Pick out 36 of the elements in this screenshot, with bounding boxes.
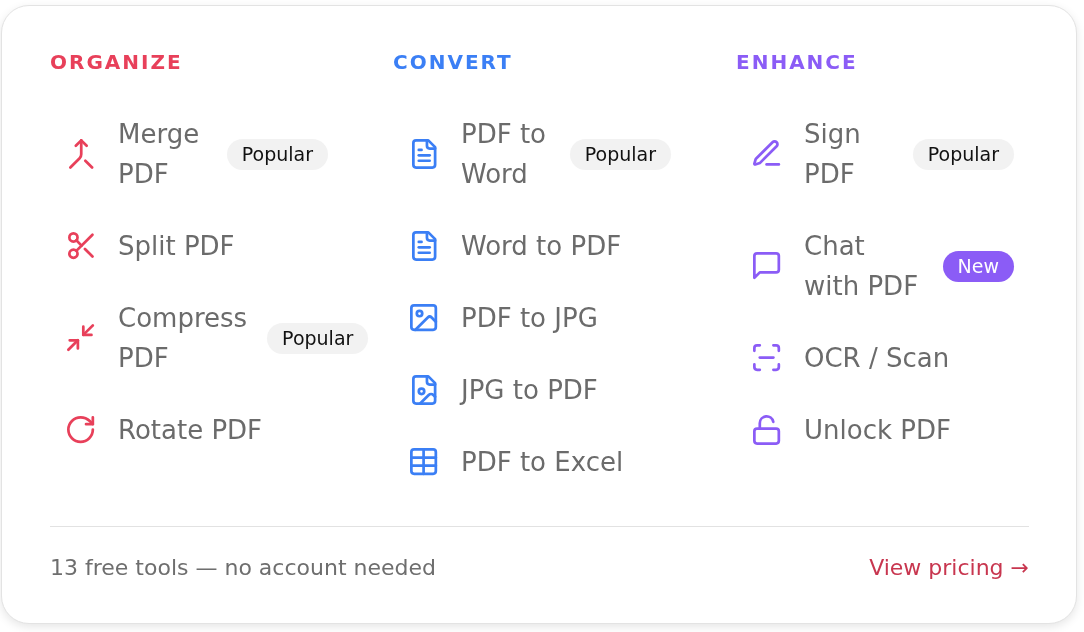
pencil-icon bbox=[753, 140, 781, 168]
section-heading: ENHANCE bbox=[736, 50, 859, 74]
section-heading: ORGANIZE bbox=[50, 50, 184, 74]
chat-bubble-icon bbox=[753, 252, 781, 280]
tool-link[interactable]: Rotate PDF bbox=[118, 410, 263, 450]
tool-link[interactable]: PDF to Excel bbox=[461, 442, 624, 482]
tool-badge: Popular bbox=[267, 322, 369, 354]
document-icon bbox=[411, 139, 437, 169]
image-icon bbox=[410, 304, 438, 332]
tool-link[interactable]: Sign PDF bbox=[804, 114, 893, 194]
tool-badge: Popular bbox=[912, 138, 1014, 170]
footer-note: 13 free tools — no account needed bbox=[50, 554, 436, 582]
tool-link[interactable]: OCR / Scan bbox=[804, 338, 950, 378]
tool-link[interactable]: Word to PDF bbox=[461, 226, 622, 266]
tool-link[interactable]: Unlock PDF bbox=[804, 410, 951, 450]
merge-arrow-icon bbox=[68, 139, 94, 169]
tool-link[interactable]: Compress PDF bbox=[118, 298, 248, 378]
inward-arrows-icon bbox=[67, 324, 95, 352]
image-file-icon bbox=[411, 375, 437, 405]
tool-link[interactable]: PDF to Word bbox=[461, 114, 550, 194]
tool-link[interactable]: JPG to PDF bbox=[461, 370, 598, 410]
tool-link[interactable]: Split PDF bbox=[118, 226, 235, 266]
document-icon bbox=[411, 231, 437, 261]
table-icon bbox=[410, 448, 438, 476]
section-heading: CONVERT bbox=[393, 50, 514, 74]
scan-frame-icon bbox=[753, 344, 781, 372]
tool-badge: Popular bbox=[569, 138, 671, 170]
tool-badge: Popular bbox=[226, 138, 328, 170]
scissors-icon bbox=[68, 232, 94, 260]
tool-link[interactable]: Chat with PDF bbox=[804, 226, 923, 306]
tool-link[interactable]: PDF to JPG bbox=[461, 298, 598, 338]
pricing-link[interactable]: View pricing → bbox=[869, 554, 1029, 582]
tool-badge: New bbox=[942, 250, 1014, 282]
tool-link[interactable]: Merge PDF bbox=[118, 114, 207, 194]
padlock-icon bbox=[753, 415, 781, 445]
rotate-arrow-icon bbox=[67, 416, 95, 444]
